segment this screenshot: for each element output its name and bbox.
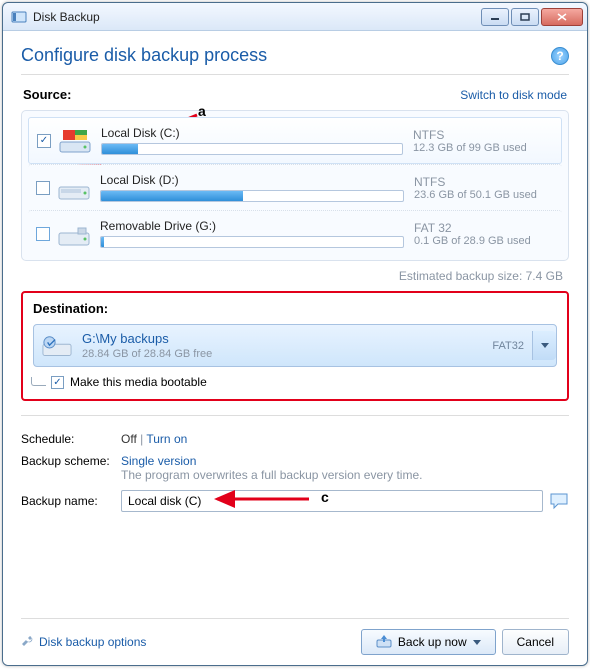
- switch-disk-mode-link[interactable]: Switch to disk mode: [460, 88, 567, 102]
- chevron-down-icon: [473, 640, 481, 645]
- scheme-label: Backup scheme:: [21, 454, 121, 468]
- options-link-label: Disk backup options: [39, 635, 146, 649]
- hdd-icon: [58, 175, 90, 201]
- titlebar: Disk Backup: [3, 3, 587, 31]
- schedule-off: Off: [121, 432, 137, 446]
- scheme-value: Single version The program overwrites a …: [121, 454, 569, 482]
- page-title: Configure disk backup process: [21, 45, 267, 66]
- drive-usage-bar: [100, 190, 404, 202]
- bootable-label: Make this media bootable: [70, 375, 207, 389]
- drive-checkbox[interactable]: [36, 227, 50, 241]
- scheme-description: The program overwrites a full backup ver…: [121, 468, 422, 482]
- drive-usage-bar: [101, 143, 403, 155]
- bootable-checkbox[interactable]: ✓: [51, 376, 64, 389]
- backup-name-label: Backup name:: [21, 494, 121, 508]
- drive-filesystem: NTFS: [414, 175, 554, 189]
- destination-path: G:\My backups: [82, 331, 212, 346]
- drive-meta: NTFS 12.3 GB of 99 GB used: [403, 128, 553, 154]
- drive-usage-text: 23.6 GB of 50.1 GB used: [414, 189, 554, 201]
- removable-drive-icon: [58, 221, 90, 247]
- drive-name: Local Disk (D:): [100, 173, 404, 187]
- content-area: Configure disk backup process ? Source: …: [3, 31, 587, 665]
- source-drive-row[interactable]: ✓ Local Disk (C:) NTFS 12.3 GB of 99 GB …: [28, 117, 562, 164]
- source-heading: Source:: [23, 87, 71, 102]
- back-up-now-label: Back up now: [398, 635, 467, 649]
- drive-checkbox[interactable]: [36, 181, 50, 195]
- destination-heading: Destination:: [33, 301, 557, 316]
- destination-caret[interactable]: [532, 331, 556, 360]
- drive-usage-text: 12.3 GB of 99 GB used: [413, 142, 553, 154]
- drive-name: Local Disk (C:): [101, 126, 403, 140]
- app-icon: [11, 9, 27, 25]
- source-drive-row[interactable]: Removable Drive (G:) FAT 32 0.1 GB of 28…: [28, 210, 562, 256]
- scheme-row: Backup scheme: Single version The progra…: [21, 450, 569, 486]
- bootable-row: ✓ Make this media bootable: [33, 375, 557, 389]
- footer: Disk backup options Back up now Cancel: [21, 618, 569, 655]
- wrench-icon: [21, 634, 35, 651]
- destination-section: Destination: G:\My backups 28.84 GB of 2…: [21, 291, 569, 401]
- scheme-name-link[interactable]: Single version: [121, 454, 196, 468]
- divider: [21, 415, 569, 416]
- cancel-label: Cancel: [517, 635, 554, 649]
- drive-filesystem: NTFS: [413, 128, 553, 142]
- destination-info: G:\My backups 28.84 GB of 28.84 GB free: [82, 331, 212, 360]
- drive-main: Local Disk (C:): [101, 126, 403, 155]
- cancel-button[interactable]: Cancel: [502, 629, 569, 655]
- drive-checkbox[interactable]: ✓: [37, 134, 51, 148]
- drive-main: Local Disk (D:): [100, 173, 404, 202]
- disk-backup-options-link[interactable]: Disk backup options: [21, 634, 146, 651]
- drive-meta: FAT 32 0.1 GB of 28.9 GB used: [404, 221, 554, 247]
- drive-meta: NTFS 23.6 GB of 50.1 GB used: [404, 175, 554, 201]
- page-title-row: Configure disk backup process ?: [21, 45, 569, 66]
- schedule-label: Schedule:: [21, 432, 121, 446]
- schedule-value: Off | Turn on: [121, 432, 569, 446]
- drive-usage-text: 0.1 GB of 28.9 GB used: [414, 235, 554, 247]
- window-title: Disk Backup: [33, 10, 481, 24]
- destination-drive-icon: [42, 333, 72, 359]
- schedule-turn-on-link[interactable]: Turn on: [146, 432, 187, 446]
- source-list: ✓ Local Disk (C:) NTFS 12.3 GB of 99 GB …: [21, 110, 569, 261]
- back-up-now-button[interactable]: Back up now: [361, 629, 496, 655]
- destination-filesystem: FAT32: [492, 340, 524, 352]
- disk-backup-window: Disk Backup Configure disk backup proces…: [2, 2, 588, 666]
- maximize-button[interactable]: [511, 8, 539, 26]
- help-icon[interactable]: ?: [551, 47, 569, 65]
- close-button[interactable]: [541, 8, 583, 26]
- drive-filesystem: FAT 32: [414, 221, 554, 235]
- backup-name-row: Backup name: c: [21, 486, 569, 516]
- hdd-win-icon: [59, 128, 91, 154]
- destination-dropdown[interactable]: G:\My backups 28.84 GB of 28.84 GB free …: [33, 324, 557, 367]
- drive-main: Removable Drive (G:): [100, 219, 404, 248]
- chevron-down-icon: [541, 343, 549, 348]
- minimize-button[interactable]: [481, 8, 509, 26]
- backup-name-input[interactable]: [121, 490, 543, 512]
- drive-usage-bar: [100, 236, 404, 248]
- window-controls: [481, 8, 583, 26]
- source-header: Source: Switch to disk mode: [21, 87, 569, 110]
- estimated-size: Estimated backup size: 7.4 GB: [21, 261, 569, 285]
- drive-name: Removable Drive (G:): [100, 219, 404, 233]
- backup-icon: [376, 634, 392, 651]
- source-drive-row[interactable]: Local Disk (D:) NTFS 23.6 GB of 50.1 GB …: [28, 164, 562, 210]
- schedule-row: Schedule: Off | Turn on: [21, 428, 569, 450]
- divider: [21, 74, 569, 75]
- comment-icon[interactable]: [549, 492, 569, 510]
- destination-free: 28.84 GB of 28.84 GB free: [82, 348, 212, 360]
